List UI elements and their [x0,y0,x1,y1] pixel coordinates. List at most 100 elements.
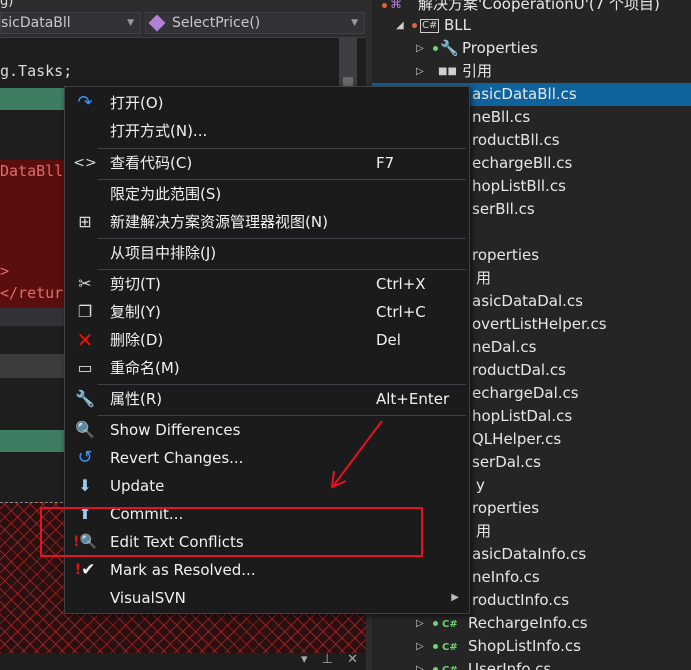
explorer-view-icon: ⊞ [78,212,92,231]
tree-label: 用 [476,269,492,287]
tree-label: neDal.cs [472,338,537,356]
method-icon [148,14,166,32]
status-dot [433,621,438,626]
menu-item-scope[interactable]: 限定为此范围(S) [65,180,469,208]
wrench-icon: 🔧 [75,389,95,408]
tree-label: ShopListInfo.cs [468,637,581,655]
menu-item-new-view[interactable]: ⊞ 新建解决方案资源管理器视图(N) [65,208,469,236]
method-combo-value: SelectPrice() [172,15,261,31]
show-differences-icon: 🔍 [75,420,95,439]
pin-icon[interactable]: ⊥ [322,652,333,667]
conflict-code: DataBll [0,162,64,180]
window-controls: ▾ ⊥ ✕ [291,652,358,670]
tree-label: roperties [472,246,540,264]
menu-item-shortcut: Alt+Enter [376,390,450,408]
chevron-down-icon: ▼ [127,18,134,28]
tree-label: 用 [476,522,492,540]
references-icon: ■■ [438,66,457,77]
menu-item-label: 打开方式(N)... [110,122,208,140]
menu-item-mark-resolved[interactable]: ! ✔ Mark as Resolved... [65,556,469,584]
tree-item[interactable]: ▷ 🔧 Properties [372,37,691,60]
status-dot [382,3,387,8]
tree-label: Properties [462,39,538,57]
menu-item-view-code[interactable]: <> 查看代码(C) F7 [65,149,469,177]
menu-item-label: 打开(O) [110,94,164,112]
tree-project-bll[interactable]: ◢ C# BLL [372,14,691,37]
menu-item-rename[interactable]: ▭ 重命名(M) [65,354,469,382]
menu-item-label: 属性(R) [110,390,163,408]
menu-item-shortcut: Del [376,331,401,349]
highlight-annotation-box [40,507,423,557]
menu-item-label: 新建解决方案资源管理器视图(N) [110,213,328,231]
menu-item-update[interactable]: ⬇ Update [65,472,469,500]
wrench-icon: 🔧 [440,39,459,57]
collapsed-arrow-icon: ▷ [416,641,424,652]
tree-item[interactable]: ▷ C# UserInfo.cs [372,658,691,670]
tree-label: asicDataDal.cs [472,292,583,310]
resolved-check-icon: ! ✔ [74,560,96,580]
menu-item-label: 剪切(T) [110,275,161,293]
tree-item[interactable]: ▷ C# RechargeInfo.cs [372,612,691,635]
tree-item[interactable]: ▷ C# ShopListInfo.cs [372,635,691,658]
menu-item-revert-changes[interactable]: ↺ Revert Changes... [65,444,469,472]
chevron-down-icon: ▼ [351,18,358,28]
menu-item-copy[interactable]: ❐ 复制(Y) Ctrl+C [65,298,469,326]
class-combo[interactable]: sicDataBll ▼ [0,12,141,34]
menu-item-show-differences[interactable]: 🔍 Show Differences [65,416,469,444]
tree-label: BLL [444,16,472,34]
menu-item-open-with[interactable]: 打开方式(N)... [65,117,469,145]
tree-label: neBll.cs [472,108,531,126]
collapsed-arrow-icon: ▷ [416,618,424,629]
tree-label: serDal.cs [472,453,541,471]
tree-label: asicDataBll.cs [472,85,577,103]
menu-item-label: VisualSVN [110,589,186,607]
code-line: g.Tasks; [0,62,73,80]
revert-icon: ↺ [77,447,93,468]
tree-label: hopListDal.cs [472,407,573,425]
tree-label: neInfo.cs [472,568,540,586]
menu-item-label: 查看代码(C) [110,154,193,172]
tree-label: hopListBll.cs [472,177,566,195]
menu-item-label: Mark as Resolved... [110,561,256,579]
menu-item-label: 从项目中排除(J) [110,244,217,262]
status-dot [412,23,417,28]
collapsed-arrow-icon: ▷ [416,66,424,77]
csproj-icon: C# [420,19,440,33]
scissors-icon: ✂ [78,274,92,293]
tree-label: y [476,476,485,494]
menu-item-label: Revert Changes... [110,449,244,467]
tree-label: echargeDal.cs [472,384,579,402]
navigation-bar: sicDataBll ▼ SelectPrice() ▼ [0,10,366,38]
menu-item-delete[interactable]: ✕ 删除(D) Del [65,326,469,354]
tree-label: overtListHelper.cs [472,315,607,333]
tree-item[interactable]: ▷ ■■ 引用 [372,60,691,83]
menu-item-label: 重命名(M) [110,359,180,377]
menu-item-properties[interactable]: 🔧 属性(R) Alt+Enter [65,385,469,413]
menu-item-label: 限定为此范围(S) [110,185,222,203]
tree-label: RechargeInfo.cs [468,614,588,632]
tree-label: asicDataInfo.cs [472,545,587,563]
tree-label: roductInfo.cs [472,591,570,609]
delete-x-icon: ✕ [76,328,94,352]
status-dot [433,644,438,649]
csharp-file-icon: C# [442,659,458,670]
close-icon[interactable]: ✕ [347,652,358,667]
csharp-file-icon: C# [442,642,458,653]
menu-item-visualsvn[interactable]: VisualSVN ▶ [65,584,469,612]
tree-label: UserInfo.cs [468,660,552,670]
tree-label: roductDal.cs [472,361,566,379]
menu-item-cut[interactable]: ✂ 剪切(T) Ctrl+X [65,270,469,298]
menu-item-exclude[interactable]: 从项目中排除(J) [65,239,469,267]
annotation-arrow-icon [330,420,383,489]
code-brackets-icon: <> [73,155,97,171]
status-dot [433,46,438,51]
collapsed-arrow-icon: ▷ [416,43,424,54]
tree-label: roperties [472,499,540,517]
menu-item-open[interactable]: ↷ 打开(O) [65,89,469,117]
dropdown-icon[interactable]: ▾ [301,652,308,667]
method-combo[interactable]: SelectPrice() ▼ [145,12,365,34]
tree-label: serBll.cs [472,200,535,218]
csharp-file-icon: C# [442,619,458,630]
update-icon: ⬇ [78,476,92,495]
tree-label: roductBll.cs [472,131,560,149]
